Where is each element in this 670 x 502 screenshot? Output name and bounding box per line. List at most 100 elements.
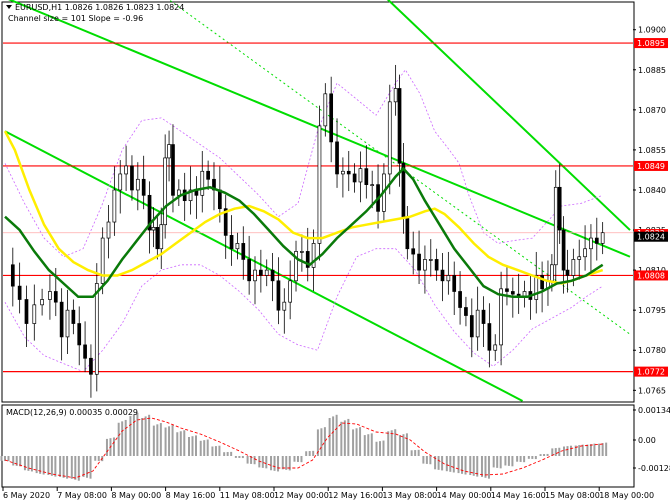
candle-body xyxy=(317,125,322,244)
candle-body xyxy=(561,229,566,271)
candle-body xyxy=(481,309,486,324)
x-tick-label: 6 May 2020 xyxy=(3,491,50,500)
candle-body xyxy=(571,259,576,276)
x-tick-label: 13 May 08:00 xyxy=(382,491,437,500)
candle-body xyxy=(135,178,140,191)
candle-body xyxy=(589,237,593,250)
level-tag-1.0772: 1.0772 xyxy=(637,368,665,377)
x-tick-label: 12 May 16:00 xyxy=(328,491,383,500)
candle-body xyxy=(505,288,509,292)
y-tick-label: 1.0780 xyxy=(638,346,666,355)
level-tag-1.0895: 1.0895 xyxy=(637,39,665,48)
candle-body xyxy=(253,269,257,282)
candle-body xyxy=(335,141,339,175)
candle-body xyxy=(151,227,156,231)
candle-body xyxy=(440,269,445,282)
candle-body xyxy=(217,189,222,210)
candle-body xyxy=(259,269,263,276)
candle-body xyxy=(229,235,234,250)
candle-body xyxy=(130,165,134,191)
candle-body xyxy=(247,259,251,282)
candle-body xyxy=(40,299,44,306)
candle-body xyxy=(370,184,375,186)
candle-body xyxy=(411,248,416,255)
candle-body xyxy=(300,251,304,253)
candle-body xyxy=(499,288,503,346)
candle-body xyxy=(264,269,269,276)
x-tick-label: 12 May 00:00 xyxy=(274,491,329,500)
macd-y-tick-label: 0.00134 xyxy=(638,406,670,415)
candle-body xyxy=(163,157,168,226)
candle-body xyxy=(112,189,117,223)
candle-body xyxy=(493,344,498,351)
candle-body xyxy=(71,309,76,324)
y-tick-label: 1.0855 xyxy=(638,146,666,155)
candle-body xyxy=(171,144,175,196)
candle-body xyxy=(452,275,457,292)
y-tick-label: 1.0900 xyxy=(638,26,666,35)
candle-body xyxy=(24,299,29,324)
candle-body xyxy=(553,186,558,266)
candle-body xyxy=(288,280,293,303)
eurusd-h1-chart: 1.09001.08851.08701.08551.08401.08251.08… xyxy=(0,0,670,502)
macd-y-tick-label: -0.00128 xyxy=(638,464,670,473)
y-tick-label: 1.0870 xyxy=(638,106,666,115)
candle-body xyxy=(106,221,111,239)
x-tick-label: 14 May 16:00 xyxy=(491,491,546,500)
macd-y-tick-label: 0.00 xyxy=(638,436,656,445)
candle-body xyxy=(397,88,402,164)
candle-body xyxy=(59,301,64,338)
candle-body xyxy=(241,243,246,260)
level-tag-1.0808: 1.0808 xyxy=(637,271,665,280)
x-tick-label: 18 May 00:00 xyxy=(599,491,654,500)
x-tick-label: 7 May 08:00 xyxy=(57,491,107,500)
candle-body xyxy=(141,178,146,196)
candle-body xyxy=(469,315,474,338)
candle-body xyxy=(557,186,562,231)
candle-body xyxy=(53,291,58,303)
y-tick-label: 1.0840 xyxy=(638,186,666,195)
candle-body xyxy=(364,168,369,185)
candle-body xyxy=(577,256,582,260)
candle-body xyxy=(600,232,605,244)
candle-body xyxy=(94,283,99,375)
candle-body xyxy=(159,224,164,250)
x-tick-label: 15 May 08:00 xyxy=(545,491,600,500)
candle-body xyxy=(235,243,240,250)
candle-body xyxy=(167,144,171,159)
candle-body xyxy=(48,291,52,300)
candle-body xyxy=(510,291,515,295)
candle-body xyxy=(417,253,421,271)
candle-body xyxy=(393,88,398,103)
candle-body xyxy=(405,216,410,250)
candle-body xyxy=(464,307,468,316)
candle-body xyxy=(89,357,93,375)
candle-body xyxy=(329,93,334,143)
candle-body xyxy=(32,304,37,324)
x-tick-label: 11 May 08:00 xyxy=(220,491,275,500)
candle-body xyxy=(17,285,22,300)
level-tag-1.0849: 1.0849 xyxy=(637,162,665,171)
candle-body xyxy=(155,227,160,250)
candle-body xyxy=(423,259,427,271)
macd-label: MACD(12,26,9) 0.00035 0.00029 xyxy=(6,408,138,417)
candle-body xyxy=(282,301,287,311)
indicator-line: Channel size = 101 Slope = -0.96 xyxy=(8,14,143,23)
candle-body xyxy=(346,170,351,175)
candle-body xyxy=(341,170,345,175)
candle-body xyxy=(83,344,87,359)
candle-body xyxy=(77,323,82,346)
candle-body xyxy=(206,170,210,180)
y-tick-label: 1.0765 xyxy=(638,386,666,395)
candle-body xyxy=(276,280,281,311)
y-tick-label: 1.0885 xyxy=(638,66,666,75)
candle-body xyxy=(475,309,480,338)
candle-body xyxy=(565,269,570,276)
candle-body xyxy=(352,173,357,183)
candle-body xyxy=(458,291,462,308)
candle-body xyxy=(434,259,439,271)
candle-body xyxy=(358,168,363,183)
candle-body xyxy=(270,269,275,282)
candle-body xyxy=(594,237,599,244)
candle-body xyxy=(65,309,70,338)
